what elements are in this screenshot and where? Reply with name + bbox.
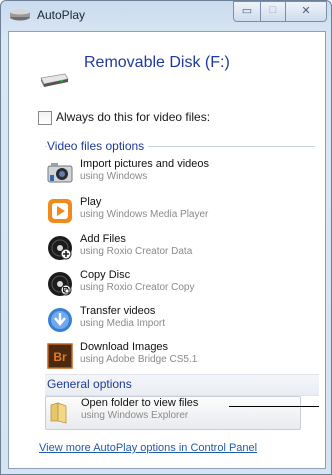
option-label: Add Files <box>80 233 126 245</box>
autoplay-content: Removable Disk (F:) Always do this for v… <box>8 31 326 469</box>
media-player-icon <box>48 199 72 223</box>
minimize-icon: ▭ <box>241 5 253 17</box>
control-panel-link[interactable]: View more AutoPlay options in Control Pa… <box>39 442 257 454</box>
option-label: Import pictures and videos <box>80 158 210 170</box>
option-open-folder[interactable]: Open folder to view files using Windows … <box>45 396 301 430</box>
option-copy-disc[interactable]: Copy Disc using Roxio Creator Copy <box>45 269 315 301</box>
camera-icon <box>47 163 73 183</box>
option-label: Copy Disc <box>80 269 131 281</box>
option-sublabel: using Windows <box>80 171 148 182</box>
autoplay-app-icon <box>10 9 30 21</box>
annotation-pointer-line <box>229 406 319 407</box>
minimize-button[interactable]: ▭ <box>233 1 261 22</box>
autoplay-window: AutoPlay ▭ □ ✕ Removable Disk (F:) Alway… <box>0 0 332 475</box>
option-play[interactable]: Play using Windows Media Player <box>45 196 315 228</box>
option-sublabel: using Windows Media Player <box>80 209 209 220</box>
close-button[interactable]: ✕ <box>285 1 327 22</box>
option-add-files[interactable]: Add Files using Roxio Creator Data <box>45 233 315 265</box>
option-sublabel: using Media Import <box>80 318 166 329</box>
option-transfer-videos[interactable]: Transfer videos using Media Import <box>45 305 315 337</box>
maximize-button[interactable]: □ <box>260 1 286 22</box>
window-title: AutoPlay <box>37 8 86 22</box>
always-do-this-label: Always do this for video files: <box>56 110 211 124</box>
option-label: Open folder to view files <box>81 397 199 409</box>
roxio-disc-icon <box>48 236 72 260</box>
svg-text:Br: Br <box>53 350 67 364</box>
removable-disk-icon <box>40 73 69 87</box>
option-import-pictures[interactable]: Import pictures and videos using Windows <box>45 158 315 190</box>
option-sublabel: using Roxio Creator Data <box>80 246 193 257</box>
media-import-icon <box>48 308 72 332</box>
option-label: Transfer videos <box>80 305 156 317</box>
option-sublabel: using Roxio Creator Copy <box>80 282 195 293</box>
option-label: Play <box>80 196 102 208</box>
adobe-bridge-icon: Br <box>47 343 73 369</box>
title-bar[interactable]: AutoPlay ▭ □ ✕ <box>1 1 331 29</box>
maximize-icon: □ <box>269 4 277 16</box>
video-section-title: Video files options <box>47 139 149 153</box>
option-download-images[interactable]: Br Download Images using Adobe Bridge CS… <box>45 341 315 373</box>
device-title: Removable Disk (F:) <box>84 54 230 71</box>
always-do-this-checkbox[interactable] <box>38 111 52 125</box>
option-label: Download Images <box>80 341 169 353</box>
folder-icon <box>50 402 67 424</box>
close-icon: ✕ <box>301 5 311 17</box>
roxio-disc-icon <box>48 272 72 296</box>
general-section-title: General options <box>47 377 132 391</box>
option-sublabel: using Adobe Bridge CS5.1 <box>80 354 198 365</box>
option-sublabel: using Windows Explorer <box>81 410 189 421</box>
